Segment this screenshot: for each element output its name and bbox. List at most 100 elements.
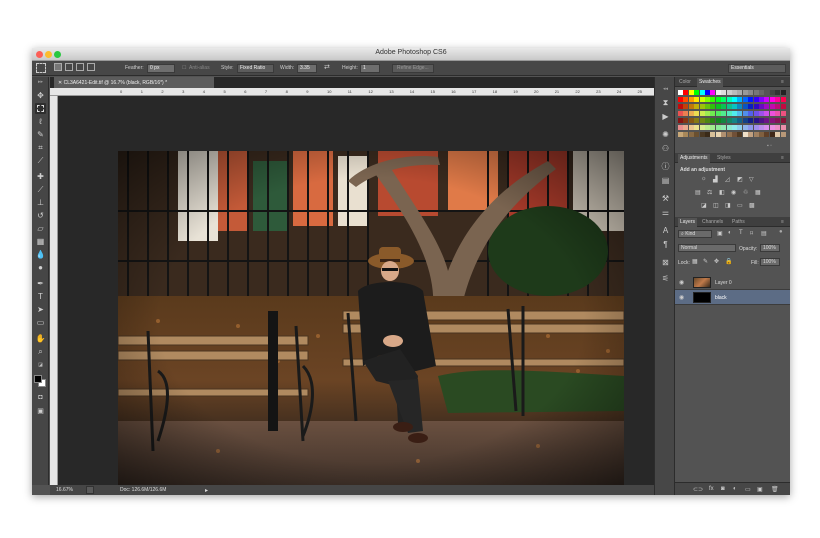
swatch[interactable] bbox=[764, 125, 770, 130]
tab-paths[interactable]: Paths bbox=[732, 219, 745, 225]
swatch[interactable] bbox=[699, 132, 705, 137]
posterize-icon[interactable]: ◫ bbox=[713, 202, 719, 209]
swatch[interactable] bbox=[694, 97, 700, 102]
crop-icon[interactable]: ⌗ bbox=[35, 142, 46, 153]
swatch[interactable] bbox=[764, 111, 770, 116]
swatch[interactable] bbox=[737, 125, 743, 130]
filter-pixel-icon[interactable]: ▣ bbox=[717, 230, 723, 237]
healing-icon[interactable]: ✚ bbox=[35, 171, 46, 182]
gradient-map-icon[interactable]: ▭ bbox=[737, 202, 743, 209]
swatch[interactable] bbox=[775, 90, 781, 95]
swatch[interactable] bbox=[780, 104, 786, 109]
swatch[interactable] bbox=[688, 132, 694, 137]
photo-filter-icon[interactable]: ◉ bbox=[731, 189, 736, 196]
swatch[interactable] bbox=[688, 97, 694, 102]
swatch[interactable] bbox=[759, 90, 764, 95]
black-white-icon[interactable]: ◧ bbox=[719, 189, 725, 196]
swatch[interactable] bbox=[732, 97, 737, 102]
swatch[interactable] bbox=[775, 111, 781, 116]
new-selection-icon[interactable] bbox=[54, 63, 62, 71]
swatch[interactable] bbox=[748, 132, 754, 137]
swatch[interactable] bbox=[748, 125, 754, 130]
swatch[interactable] bbox=[780, 125, 786, 130]
brightness-adjustment-icon[interactable]: ☼ bbox=[701, 176, 707, 182]
document-tab[interactable]: ✕ CL3A6421-Edit.tif @ 16.7% (black, RGB/… bbox=[54, 77, 214, 88]
screen-mode-icon[interactable]: ▣ bbox=[35, 406, 46, 417]
swatch[interactable] bbox=[742, 132, 748, 137]
swatch[interactable] bbox=[737, 132, 743, 137]
color-lookup-icon[interactable]: ▦ bbox=[755, 189, 761, 196]
quick-mask-icon[interactable]: ◘ bbox=[35, 392, 46, 403]
swatch[interactable] bbox=[683, 118, 689, 123]
type-icon[interactable]: T bbox=[35, 291, 46, 302]
fill-input[interactable]: 100% bbox=[760, 258, 780, 266]
filter-adjustment-icon[interactable]: ◐ bbox=[728, 230, 732, 236]
history-brush-icon[interactable]: ↺ bbox=[35, 210, 46, 221]
tab-styles[interactable]: Styles bbox=[717, 155, 731, 161]
swatch[interactable] bbox=[759, 125, 764, 130]
swatch[interactable] bbox=[710, 111, 716, 116]
quick-select-icon[interactable]: ✎ bbox=[35, 129, 46, 140]
exposure-adjustment-icon[interactable]: ◩ bbox=[737, 176, 743, 183]
add-mask-icon[interactable]: ◙ bbox=[721, 486, 725, 492]
clone-source-icon[interactable]: ⚇ bbox=[660, 143, 671, 154]
swatch[interactable] bbox=[737, 118, 743, 123]
swatch[interactable] bbox=[710, 90, 716, 95]
blur-icon[interactable]: 💧 bbox=[35, 249, 46, 260]
swatch[interactable] bbox=[753, 125, 759, 130]
color-balance-icon[interactable]: ⚖ bbox=[707, 189, 712, 196]
swatch-presets-icon[interactable]: ⚌ bbox=[660, 207, 671, 218]
swatch[interactable] bbox=[688, 90, 694, 95]
lock-position-icon[interactable]: ✥ bbox=[714, 258, 719, 265]
swatch[interactable] bbox=[742, 97, 748, 102]
swatch[interactable] bbox=[678, 118, 683, 123]
swatch[interactable] bbox=[705, 111, 710, 116]
delete-swatch-icon[interactable]: ▫ bbox=[770, 143, 772, 149]
swatch[interactable] bbox=[715, 90, 721, 95]
swatch[interactable] bbox=[726, 111, 732, 116]
swatch[interactable] bbox=[780, 90, 786, 95]
layers-menu-icon[interactable]: ≡ bbox=[781, 219, 784, 225]
swatch[interactable] bbox=[705, 104, 710, 109]
swatch[interactable] bbox=[678, 125, 683, 130]
swatch[interactable] bbox=[742, 118, 748, 123]
canvas-photo[interactable] bbox=[118, 151, 624, 489]
swatch[interactable] bbox=[775, 104, 781, 109]
swatch[interactable] bbox=[715, 125, 721, 130]
swatch[interactable] bbox=[715, 118, 721, 123]
swatch[interactable] bbox=[683, 132, 689, 137]
swatch[interactable] bbox=[780, 111, 786, 116]
swatch[interactable] bbox=[678, 132, 683, 137]
add-selection-icon[interactable] bbox=[65, 63, 73, 71]
swatch[interactable] bbox=[705, 97, 710, 102]
subtract-selection-icon[interactable] bbox=[76, 63, 84, 71]
swatch[interactable] bbox=[775, 118, 781, 123]
swatch[interactable] bbox=[759, 118, 764, 123]
brush-panel-icon[interactable]: ✺ bbox=[660, 129, 671, 140]
swatch[interactable] bbox=[775, 125, 781, 130]
height-input[interactable]: 1 bbox=[360, 64, 380, 73]
filter-toggle-icon[interactable]: ● bbox=[779, 229, 783, 235]
dodge-icon[interactable]: ● bbox=[35, 262, 46, 273]
swatch[interactable] bbox=[753, 90, 759, 95]
swatch[interactable] bbox=[721, 104, 727, 109]
eyedropper-icon[interactable]: ⟋ bbox=[35, 155, 46, 166]
swatch[interactable] bbox=[699, 97, 705, 102]
swatch[interactable] bbox=[764, 90, 770, 95]
feather-input[interactable]: 0 px bbox=[147, 64, 175, 73]
intersect-selection-icon[interactable] bbox=[87, 63, 95, 71]
swatch[interactable] bbox=[732, 132, 737, 137]
selective-color-icon[interactable]: ▩ bbox=[749, 202, 755, 209]
swatch[interactable] bbox=[753, 132, 759, 137]
swatch[interactable] bbox=[780, 118, 786, 123]
swatch[interactable] bbox=[715, 111, 721, 116]
shape-icon[interactable]: ▭ bbox=[35, 317, 46, 328]
swatch[interactable] bbox=[721, 97, 727, 102]
swatch[interactable] bbox=[764, 97, 770, 102]
swatch[interactable] bbox=[694, 125, 700, 130]
swatch[interactable] bbox=[694, 118, 700, 123]
swatch[interactable] bbox=[726, 97, 732, 102]
swatch[interactable] bbox=[678, 90, 683, 95]
paragraph-panel-icon[interactable]: ¶ bbox=[660, 239, 671, 250]
swatch[interactable] bbox=[721, 125, 727, 130]
